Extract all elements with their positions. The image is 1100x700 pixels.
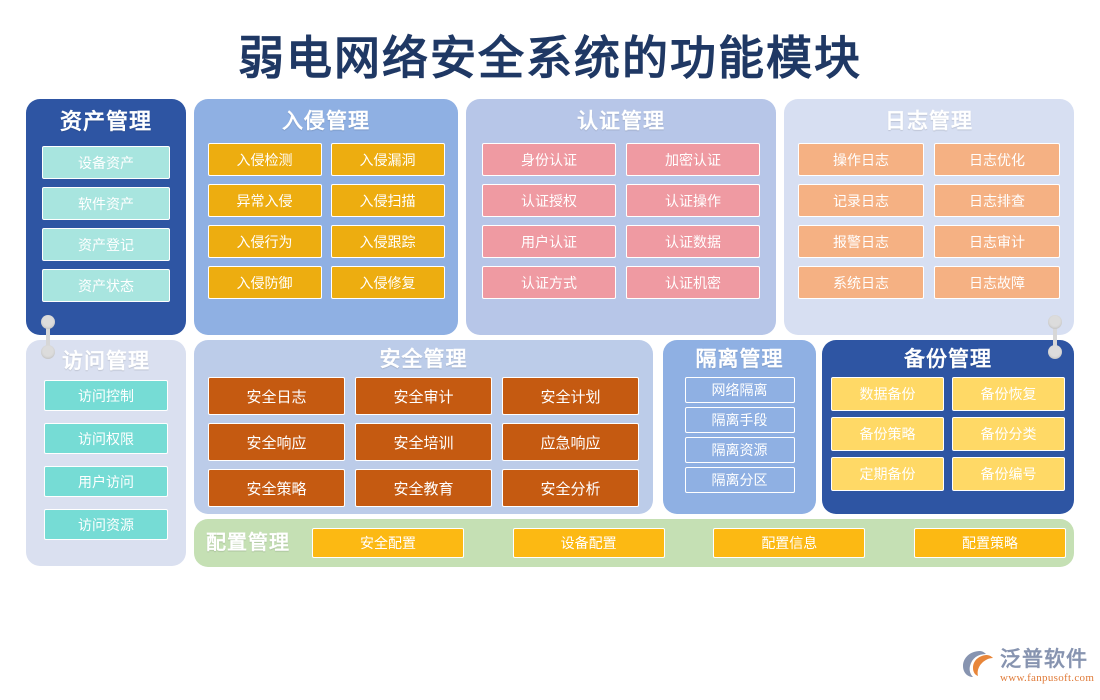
module-item-encryption-authentication[interactable]: 加密认证 xyxy=(626,143,760,177)
module-item-isolation-method[interactable]: 隔离手段 xyxy=(684,407,795,434)
module-item-abnormal-intrusion[interactable]: 异常入侵 xyxy=(207,184,322,218)
module-item-asset-status[interactable]: 资产状态 xyxy=(42,269,170,303)
item-list-backup-management: 数据备份 备份恢复 备份策略 备份分类 定期备份 备份编号 xyxy=(822,377,1074,492)
module-item-isolation-zone[interactable]: 隔离分区 xyxy=(684,467,795,494)
module-item-intrusion-vulnerability[interactable]: 入侵漏洞 xyxy=(330,143,445,177)
module-item-security-analysis[interactable]: 安全分析 xyxy=(502,469,639,508)
diagram-canvas: 弱电网络安全系统的功能模块 资产管理 设备资产 软件资产 资产登记 资产状态 入… xyxy=(0,0,1100,700)
module-item-log-optimization[interactable]: 日志优化 xyxy=(934,143,1060,177)
module-item-security-configuration[interactable]: 安全配置 xyxy=(312,528,464,558)
item-list-access-management: 访问控制 访问权限 用户访问 访问资源 xyxy=(26,380,186,541)
panel-security-management[interactable]: 安全管理 安全日志 安全审计 安全计划 安全响应 安全培训 应急响应 安全策略 … xyxy=(194,340,653,514)
module-item-network-isolation[interactable]: 网络隔离 xyxy=(684,377,795,404)
panel-intrusion-management[interactable]: 入侵管理 入侵检测 入侵漏洞 异常入侵 入侵扫描 入侵行为 入侵跟踪 入侵防御 … xyxy=(194,99,458,335)
module-item-device-configuration[interactable]: 设备配置 xyxy=(512,528,665,558)
module-item-record-log[interactable]: 记录日志 xyxy=(798,184,924,218)
panel-title-configuration-management: 配置管理 xyxy=(206,532,290,554)
module-item-intrusion-repair[interactable]: 入侵修复 xyxy=(330,266,445,300)
module-item-log-fault[interactable]: 日志故障 xyxy=(934,266,1060,300)
module-item-emergency-response[interactable]: 应急响应 xyxy=(502,423,639,462)
module-item-isolation-resource[interactable]: 隔离资源 xyxy=(684,437,795,464)
module-item-user-authentication[interactable]: 用户认证 xyxy=(482,225,616,259)
module-item-device-asset[interactable]: 设备资产 xyxy=(42,146,170,180)
panel-configuration-management[interactable]: 配置管理 安全配置 设备配置 配置信息 配置策略 xyxy=(194,519,1074,567)
item-list-log-management: 操作日志 日志优化 记录日志 日志排查 报警日志 日志审计 系统日志 日志故障 xyxy=(784,143,1074,300)
module-item-security-audit[interactable]: 安全审计 xyxy=(355,377,492,416)
connector-pin-right xyxy=(1048,315,1062,359)
module-item-backup-number[interactable]: 备份编号 xyxy=(952,457,1065,492)
logo-website-url: www.fanpusoft.com xyxy=(1000,672,1095,685)
panel-title-asset-management: 资产管理 xyxy=(59,109,152,134)
module-item-access-control[interactable]: 访问控制 xyxy=(44,380,168,412)
item-list-authentication-management: 身份认证 加密认证 认证授权 认证操作 用户认证 认证数据 认证方式 认证机密 xyxy=(466,143,776,300)
module-item-backup-policy[interactable]: 备份策略 xyxy=(831,417,944,452)
page-title: 弱电网络安全系统的功能模块 xyxy=(238,33,862,84)
module-item-backup-recovery[interactable]: 备份恢复 xyxy=(952,377,1065,412)
module-item-configuration-info[interactable]: 配置信息 xyxy=(713,528,866,558)
module-item-identity-authentication[interactable]: 身份认证 xyxy=(482,143,616,177)
module-item-authentication-operation[interactable]: 认证操作 xyxy=(626,184,760,218)
logo-text-wrap: 泛普软件 www.fanpusoft.com xyxy=(1000,648,1094,684)
panel-title-log-management: 日志管理 xyxy=(885,110,973,133)
module-item-backup-classification[interactable]: 备份分类 xyxy=(952,417,1065,452)
panel-title-intrusion-management: 入侵管理 xyxy=(282,110,370,133)
module-item-authentication-method[interactable]: 认证方式 xyxy=(482,266,616,300)
panel-title-authentication-management: 认证管理 xyxy=(577,110,665,133)
module-item-authentication-data[interactable]: 认证数据 xyxy=(626,225,760,259)
brand-logo: 泛普软件 www.fanpusoft.com xyxy=(962,648,1094,692)
panel-log-management[interactable]: 日志管理 操作日志 日志优化 记录日志 日志排查 报警日志 日志审计 系统日志 … xyxy=(784,99,1074,335)
module-item-scheduled-backup[interactable]: 定期备份 xyxy=(831,457,944,492)
panel-isolation-management[interactable]: 隔离管理 网络隔离 隔离手段 隔离资源 隔离分区 xyxy=(663,340,816,514)
panel-title-backup-management: 备份管理 xyxy=(904,348,992,371)
connector-knob-top-icon xyxy=(1048,315,1062,329)
module-item-log-investigation[interactable]: 日志排查 xyxy=(934,184,1060,218)
fanpu-logo-icon xyxy=(963,651,993,677)
item-list-configuration-management: 安全配置 设备配置 配置信息 配置策略 xyxy=(290,528,1074,558)
module-item-security-response[interactable]: 安全响应 xyxy=(208,423,345,462)
panel-asset-management[interactable]: 资产管理 设备资产 软件资产 资产登记 资产状态 xyxy=(26,99,186,335)
module-item-access-permission[interactable]: 访问权限 xyxy=(44,423,168,455)
item-list-asset-management: 设备资产 软件资产 资产登记 资产状态 xyxy=(26,146,186,303)
module-item-intrusion-detection[interactable]: 入侵检测 xyxy=(207,143,322,177)
logo-company-name: 泛普软件 xyxy=(1000,647,1088,671)
panel-access-management[interactable]: 访问管理 访问控制 访问权限 用户访问 访问资源 xyxy=(26,340,186,566)
module-item-intrusion-behavior[interactable]: 入侵行为 xyxy=(207,225,322,259)
panel-backup-management[interactable]: 备份管理 数据备份 备份恢复 备份策略 备份分类 定期备份 备份编号 xyxy=(822,340,1074,514)
module-item-asset-registration[interactable]: 资产登记 xyxy=(42,228,170,262)
module-item-operation-log[interactable]: 操作日志 xyxy=(798,143,924,177)
panel-title-isolation-management: 隔离管理 xyxy=(695,348,784,371)
module-item-log-audit[interactable]: 日志审计 xyxy=(934,225,1060,259)
module-item-user-access[interactable]: 用户访问 xyxy=(44,466,168,498)
item-list-intrusion-management: 入侵检测 入侵漏洞 异常入侵 入侵扫描 入侵行为 入侵跟踪 入侵防御 入侵修复 xyxy=(194,143,458,300)
module-item-security-training[interactable]: 安全培训 xyxy=(355,423,492,462)
connector-knob-bottom-icon xyxy=(41,345,55,359)
module-item-security-policy[interactable]: 安全策略 xyxy=(208,469,345,508)
module-item-intrusion-tracking[interactable]: 入侵跟踪 xyxy=(330,225,445,259)
module-item-intrusion-defense[interactable]: 入侵防御 xyxy=(207,266,322,300)
panel-authentication-management[interactable]: 认证管理 身份认证 加密认证 认证授权 认证操作 用户认证 认证数据 认证方式 … xyxy=(466,99,776,335)
module-item-security-log[interactable]: 安全日志 xyxy=(208,377,345,416)
connector-pin-left xyxy=(41,315,55,359)
module-item-access-resource[interactable]: 访问资源 xyxy=(44,509,168,541)
connector-knob-bottom-icon xyxy=(1048,345,1062,359)
module-item-intrusion-scan[interactable]: 入侵扫描 xyxy=(330,184,445,218)
module-item-software-asset[interactable]: 软件资产 xyxy=(42,187,170,221)
item-list-security-management: 安全日志 安全审计 安全计划 安全响应 安全培训 应急响应 安全策略 安全教育 … xyxy=(194,377,653,508)
module-item-alarm-log[interactable]: 报警日志 xyxy=(798,225,924,259)
module-item-data-backup[interactable]: 数据备份 xyxy=(831,377,944,412)
module-item-security-plan[interactable]: 安全计划 xyxy=(502,377,639,416)
module-item-system-log[interactable]: 系统日志 xyxy=(798,266,924,300)
item-list-isolation-management: 网络隔离 隔离手段 隔离资源 隔离分区 xyxy=(663,377,816,494)
module-item-authentication-authorization[interactable]: 认证授权 xyxy=(482,184,616,218)
module-item-security-education[interactable]: 安全教育 xyxy=(355,469,492,508)
connector-knob-top-icon xyxy=(41,315,55,329)
module-item-authentication-secret[interactable]: 认证机密 xyxy=(626,266,760,300)
panel-title-security-management: 安全管理 xyxy=(379,348,468,371)
module-item-configuration-policy[interactable]: 配置策略 xyxy=(913,528,1066,558)
